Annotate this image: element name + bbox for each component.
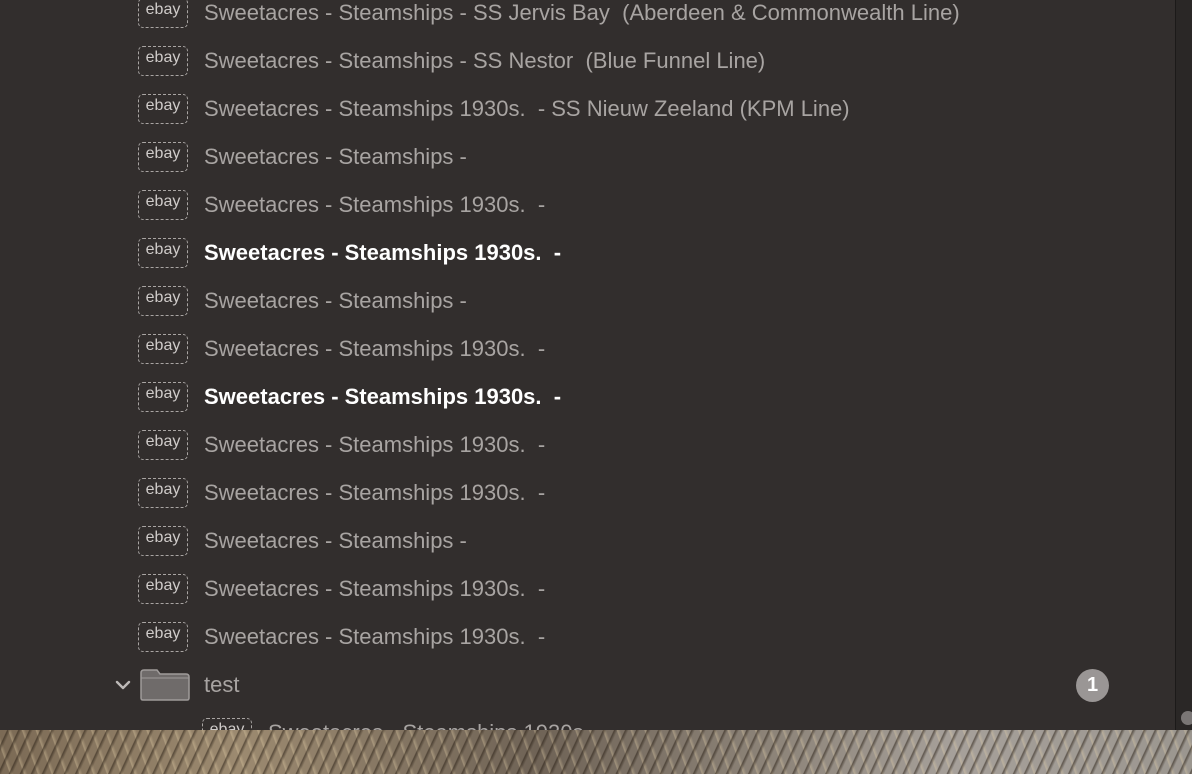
list-item[interactable]: ebay Sweetacres - Steamships - SS Nestor … bbox=[0, 37, 1175, 85]
chevron-down-icon[interactable] bbox=[114, 676, 132, 694]
ebay-icon: ebay bbox=[138, 334, 188, 364]
list-item[interactable]: ebay Sweetacres - Steamships - bbox=[0, 277, 1175, 325]
list-item-label: Sweetacres - Steamships - bbox=[204, 144, 467, 169]
list-item-label: Sweetacres - Steamships 1930s. bbox=[268, 709, 590, 730]
ebay-icon: ebay bbox=[138, 574, 188, 604]
list-item[interactable]: ebay Sweetacres - Steamships 1930s. - bbox=[0, 181, 1175, 229]
ebay-icon: ebay bbox=[138, 622, 188, 652]
scrollbar-track[interactable] bbox=[1175, 0, 1192, 730]
ebay-icon: ebay bbox=[138, 0, 188, 28]
list-item[interactable]: ebay Sweetacres - Steamships - bbox=[0, 517, 1175, 565]
ebay-icon: ebay bbox=[138, 286, 188, 316]
ebay-icon: ebay bbox=[138, 526, 188, 556]
ebay-icon: ebay bbox=[138, 430, 188, 460]
bookmark-list-panel: ebay Sweetacres - Steamships 1930s. - ebay… bbox=[0, 0, 1175, 730]
folder-row-test[interactable]: test 1 bbox=[0, 661, 1175, 709]
list-item-label: Sweetacres - Steamships 1930s. - bbox=[204, 240, 562, 265]
ebay-icon: ebay bbox=[138, 46, 188, 76]
list-item-label: Sweetacres - Steamships 1930s. - bbox=[204, 336, 546, 361]
folder-icon bbox=[140, 669, 190, 701]
desktop-wallpaper bbox=[0, 730, 1192, 774]
scrollbar-thumb[interactable] bbox=[1181, 711, 1192, 725]
list-item[interactable]: ebay Sweetacres - Steamships 1930s. - bbox=[0, 373, 1175, 421]
list-item-label: Sweetacres - Steamships 1930s. - bbox=[204, 576, 546, 601]
list-item-label: Sweetacres - Steamships 1930s. - bbox=[204, 624, 546, 649]
list-item-label: Sweetacres - Steamships 1930s. - SS Nieu… bbox=[204, 96, 850, 121]
list-item[interactable]: ebay Sweetacres - Steamships 1930s. - bbox=[0, 421, 1175, 469]
list-item-label: Sweetacres - Steamships - bbox=[204, 528, 467, 553]
list-item[interactable]: ebay Sweetacres - Steamships 1930s. - bbox=[0, 565, 1175, 613]
ebay-icon: ebay bbox=[138, 478, 188, 508]
ebay-icon: ebay bbox=[138, 190, 188, 220]
ebay-icon: ebay bbox=[138, 238, 188, 268]
folder-label: test bbox=[204, 672, 240, 697]
list-item[interactable]: ebay Sweetacres - Steamships 1930s. - bbox=[0, 325, 1175, 373]
list-item-label: Sweetacres - Steamships - SS Nestor (Blu… bbox=[204, 48, 766, 73]
ebay-icon: ebay bbox=[138, 142, 188, 172]
list-item[interactable]: ebay Sweetacres - Steamships - bbox=[0, 133, 1175, 181]
folder-count-badge: 1 bbox=[1076, 669, 1109, 702]
list-item[interactable]: ebay Sweetacres - Steamships 1930s. - bbox=[0, 229, 1175, 277]
list-item-label: Sweetacres - Steamships 1930s. - bbox=[204, 480, 546, 505]
ebay-icon: ebay bbox=[138, 94, 188, 124]
ebay-icon: ebay bbox=[202, 718, 252, 730]
list-item-label: Sweetacres - Steamships 1930s. - bbox=[204, 384, 562, 409]
list-item[interactable]: ebay Sweetacres - Steamships 1930s. - SS … bbox=[0, 85, 1175, 133]
list-item-label: Sweetacres - Steamships - bbox=[204, 288, 467, 313]
list-item-label: Sweetacres - Steamships - SS Jervis Bay … bbox=[204, 0, 960, 25]
ebay-icon: ebay bbox=[138, 382, 188, 412]
list-item-child[interactable]: ebay Sweetacres - Steamships 1930s. bbox=[0, 709, 1175, 730]
list-item-label: Sweetacres - Steamships 1930s. - bbox=[204, 432, 546, 457]
list-item[interactable]: ebay Sweetacres - Steamships 1930s. - bbox=[0, 613, 1175, 661]
list-item[interactable]: ebay Sweetacres - Steamships 1930s. - bbox=[0, 469, 1175, 517]
list-item-label: Sweetacres - Steamships 1930s. - bbox=[204, 192, 546, 217]
list-item[interactable]: ebay Sweetacres - Steamships - SS Jervis … bbox=[0, 0, 1175, 37]
